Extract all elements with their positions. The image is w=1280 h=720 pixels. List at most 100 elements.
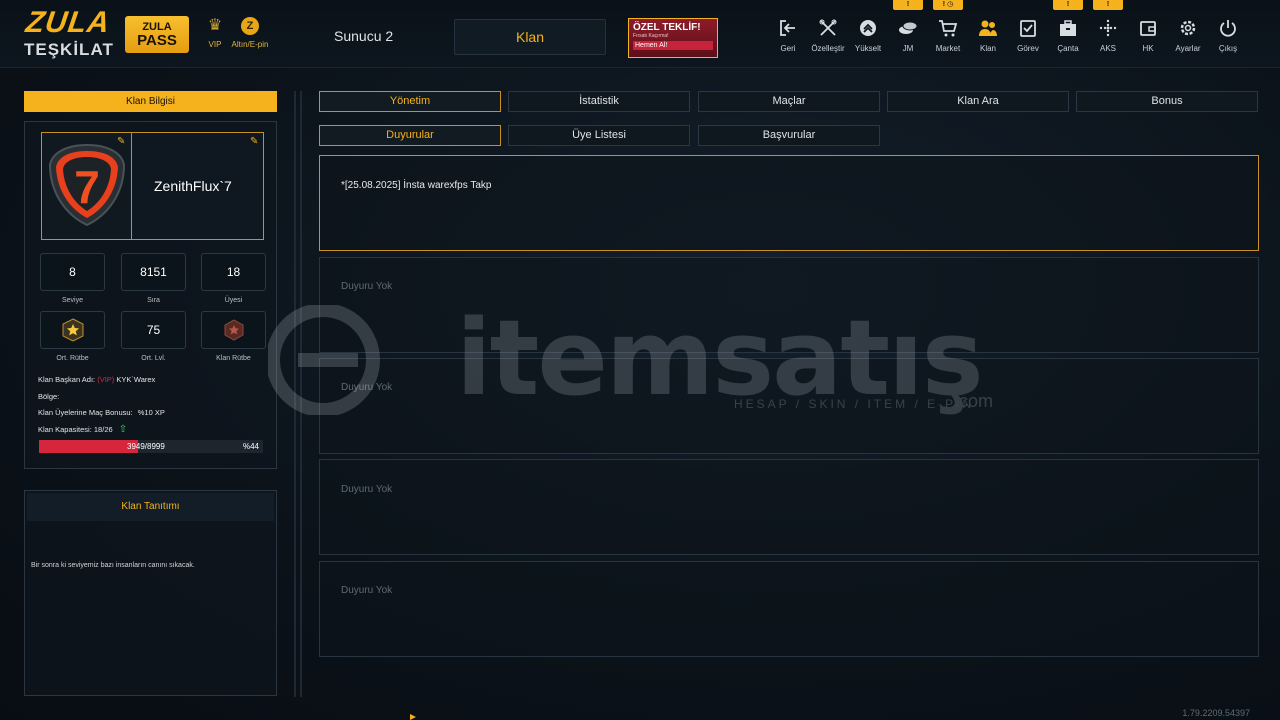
capacity-value: 18/26 bbox=[93, 425, 113, 434]
subtab-basvurular[interactable]: Başvurular bbox=[698, 125, 880, 146]
clan-intro-panel: Klan Tanıtımı Bir sonra ki seviyemiz baz… bbox=[24, 490, 277, 696]
nav-canta[interactable]: Çanta bbox=[1048, 18, 1088, 53]
announcement-slot-1[interactable]: *[25.08.2025] İnsta warexfps Takp bbox=[319, 155, 1259, 251]
stat-label: Ort. Lvl. bbox=[141, 355, 166, 362]
stat-rank: 8151 bbox=[121, 253, 186, 291]
task-icon bbox=[1017, 18, 1039, 38]
wallet-icon bbox=[1137, 18, 1159, 38]
clan-logo-number: 7 bbox=[74, 161, 100, 213]
clan-info-panel: 7 ✎ ZenithFlux`7 ✎ 8 8151 18 Seviye Sıra… bbox=[24, 121, 277, 469]
nav-label: HK bbox=[1142, 44, 1154, 53]
jm-badge: ! bbox=[893, 0, 923, 10]
region-label: Bölge: bbox=[38, 392, 60, 401]
nav-label: AKS bbox=[1099, 44, 1116, 53]
leader-label: Klan Başkan Adı: bbox=[38, 375, 96, 384]
tab-istatistik[interactable]: İstatistik bbox=[508, 91, 690, 112]
nav-geri[interactable]: Geri bbox=[768, 18, 808, 53]
stat-level: 8 bbox=[40, 253, 105, 291]
nav-label: Klan bbox=[979, 44, 996, 53]
gold-epin-button[interactable]: Z Altın/E-pin bbox=[228, 16, 272, 49]
special-offer-banner[interactable]: ÖZEL TEKLİF! Fırsatı Kaçırma! Hemen Al! bbox=[628, 18, 718, 58]
nav-ozellestir[interactable]: Özelleştir bbox=[808, 18, 848, 53]
leader-vip: (VIP) bbox=[97, 375, 115, 384]
nav-yukselt[interactable]: Yükselt bbox=[848, 18, 888, 53]
nav-label: Ayarlar bbox=[1175, 44, 1201, 53]
version-label: 1.79.2209.54397 bbox=[1182, 708, 1250, 718]
nav-aks[interactable]: AKS bbox=[1088, 18, 1128, 53]
clan-rank-icon bbox=[224, 319, 243, 341]
logo-line1: ZULA bbox=[23, 6, 113, 39]
nav-label: JM bbox=[902, 44, 914, 53]
leader-line: Klan Başkan Adı: (VIP) KYK`Warex bbox=[38, 375, 155, 384]
announcement-slot-4[interactable]: Duyuru Yok bbox=[319, 459, 1259, 555]
stat-avg-rank bbox=[40, 311, 105, 349]
gear-icon bbox=[1177, 18, 1199, 38]
announcement-slot-5[interactable]: Duyuru Yok bbox=[319, 561, 1259, 657]
zula-pass-button[interactable]: ZULA PASS bbox=[125, 16, 189, 53]
vip-button[interactable]: ♛ VIP bbox=[202, 16, 228, 49]
stat-avg-level: 75 bbox=[121, 311, 186, 349]
nav-hk[interactable]: HK bbox=[1128, 18, 1168, 53]
clan-name: ZenithFlux`7 bbox=[154, 178, 232, 194]
coins-icon bbox=[897, 18, 919, 38]
watermark-tagline: HESAP / SKIN / ITEM / E-PIN bbox=[734, 397, 975, 411]
tab-yonetim[interactable]: Yönetim bbox=[319, 91, 501, 112]
gold-coin-icon: Z bbox=[241, 17, 259, 35]
nav-label: Özelleştir bbox=[811, 44, 845, 53]
region-line: Bölge: bbox=[38, 392, 59, 401]
nav-ayarlar[interactable]: Ayarlar bbox=[1168, 18, 1208, 53]
bonus-label: Klan Üyelerine Maç Bonusu: bbox=[38, 408, 133, 417]
progress-percent: %44 bbox=[242, 442, 259, 451]
power-icon bbox=[1217, 18, 1239, 38]
capacity-progress-bar: 3949/8999 %44 bbox=[39, 440, 263, 453]
nav-label: Görev bbox=[1017, 44, 1039, 53]
nav-label: Geri bbox=[780, 44, 796, 53]
rank-up-icon bbox=[857, 18, 879, 38]
stat-label: Üyesi bbox=[224, 297, 243, 304]
mouse-cursor bbox=[410, 714, 416, 720]
rank-star-icon bbox=[62, 318, 83, 342]
offer-title: ÖZEL TEKLİF! bbox=[633, 22, 701, 33]
aks-badge: ! bbox=[1093, 0, 1123, 10]
pass-line2: PASS bbox=[137, 32, 177, 49]
offer-cta: Hemen Al! bbox=[633, 41, 713, 50]
gold-label: Altın/E-pin bbox=[231, 40, 269, 49]
subtab-duyurular[interactable]: Duyurular bbox=[319, 125, 501, 146]
capacity-line: Klan Kapasitesi: 18/26 ⇧ bbox=[38, 424, 127, 435]
clan-info-header: Klan Bilgisi bbox=[24, 91, 277, 112]
cart-icon bbox=[937, 18, 959, 38]
bonus-value: %10 XP bbox=[137, 408, 165, 417]
upgrade-arrow-icon[interactable]: ⇧ bbox=[119, 424, 127, 435]
stat-label: Seviye bbox=[61, 297, 83, 304]
logo-line2: TEŞKİLAT bbox=[24, 40, 114, 59]
server-name[interactable]: Sunucu 2 bbox=[334, 28, 393, 44]
nav-market[interactable]: Market bbox=[928, 18, 968, 53]
subtab-uye-listesi[interactable]: Üye Listesi bbox=[508, 125, 690, 146]
tab-klan-ara[interactable]: Klan Ara bbox=[887, 91, 1069, 112]
stat-members: 18 bbox=[201, 253, 266, 291]
nav-cikis[interactable]: Çıkış bbox=[1208, 18, 1248, 53]
clan-logo[interactable]: 7 ✎ bbox=[42, 133, 132, 239]
stat-label: Ort. Rütbe bbox=[56, 355, 89, 362]
nav-jm[interactable]: JM bbox=[888, 18, 928, 53]
tab-bonus[interactable]: Bonus bbox=[1076, 91, 1258, 112]
nav-label: Market bbox=[935, 44, 961, 53]
tab-maclar[interactable]: Maçlar bbox=[698, 91, 880, 112]
leader-name[interactable]: KYK`Warex bbox=[116, 375, 155, 384]
edit-name-icon[interactable]: ✎ bbox=[250, 137, 260, 147]
clan-icon bbox=[977, 18, 999, 38]
clan-emblem-icon: 7 bbox=[48, 143, 126, 227]
clan-intro-text: Bir sonra ki seviyemiz bazı insanların c… bbox=[31, 562, 195, 569]
edit-logo-icon[interactable]: ✎ bbox=[117, 137, 127, 147]
stat-clan-rank bbox=[201, 311, 266, 349]
capacity-progress-fill bbox=[39, 440, 138, 453]
main-nav: Geri Özelleştir Yükselt ! JM ! ◷ Market … bbox=[770, 0, 1250, 68]
announcement-empty: Duyuru Yok bbox=[341, 484, 393, 495]
canta-badge: ! bbox=[1053, 0, 1083, 10]
vip-label: VIP bbox=[208, 40, 222, 49]
zula-logo: ZULA TEŞKİLAT bbox=[24, 6, 114, 62]
active-section-tab[interactable]: Klan bbox=[454, 19, 606, 55]
nav-gorev[interactable]: Görev bbox=[1008, 18, 1048, 53]
nav-klan[interactable]: Klan bbox=[968, 18, 1008, 53]
watermark-suffix: .com bbox=[954, 391, 994, 411]
